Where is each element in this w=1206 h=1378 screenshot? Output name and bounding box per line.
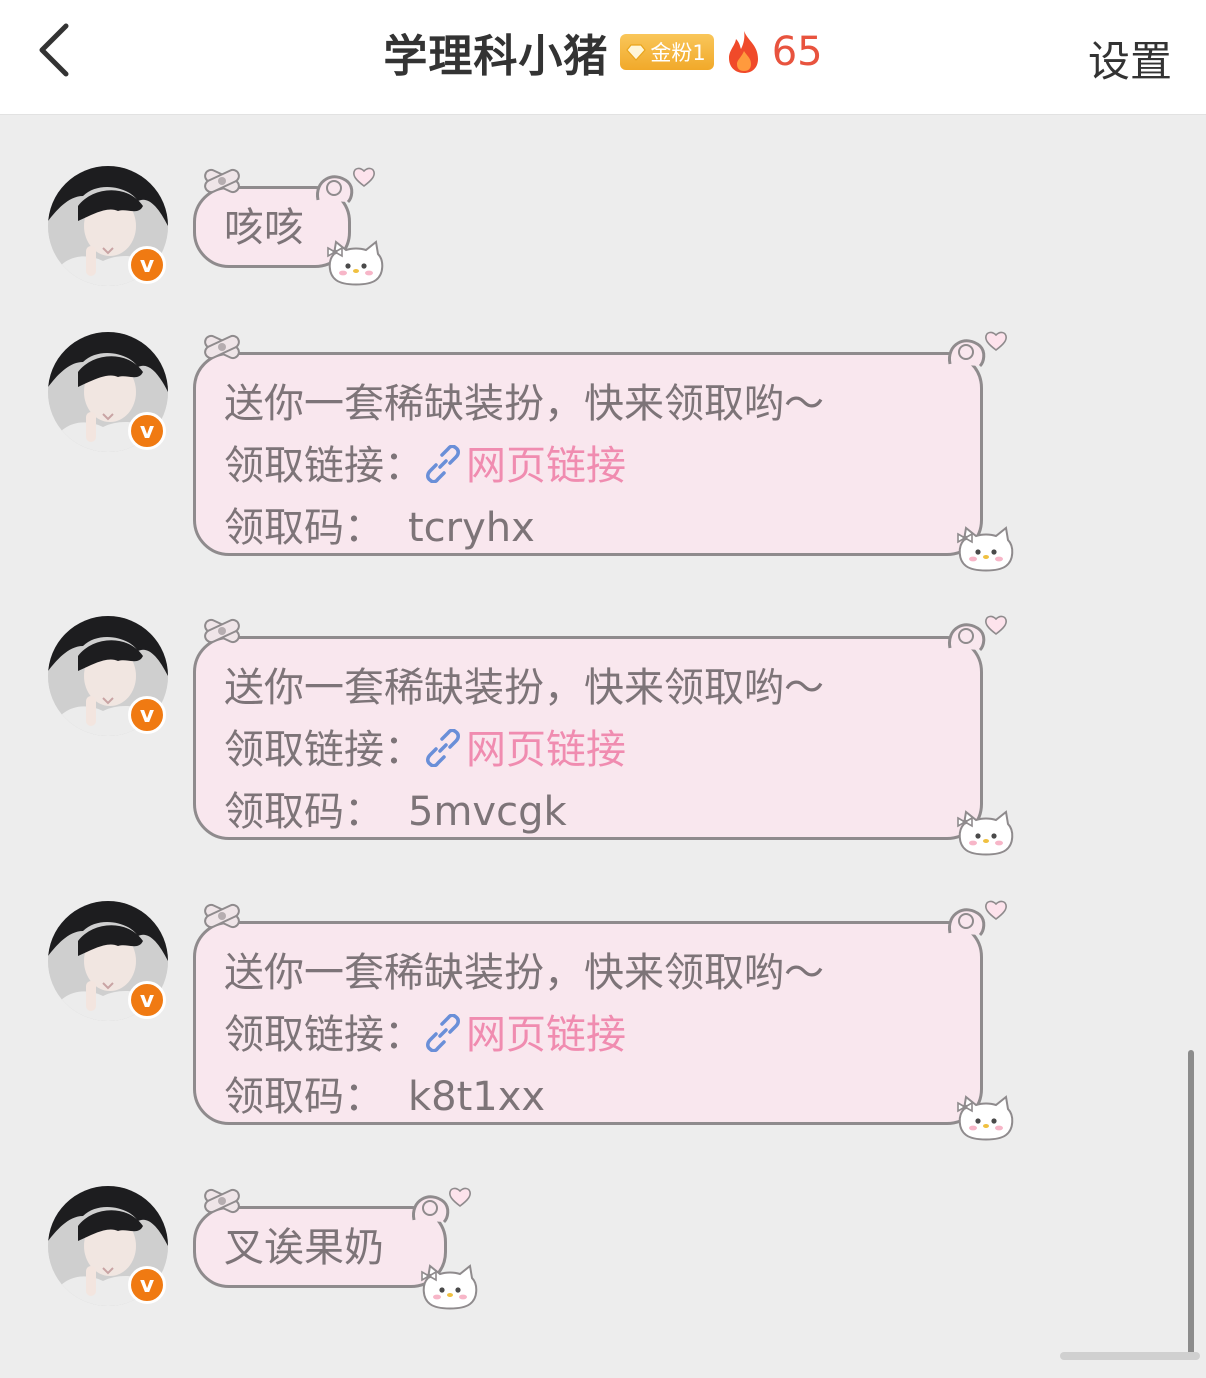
message-code-line: 领取码： tcryhx <box>224 497 980 559</box>
message-row: v 送你一套稀缺装扮，快来领取哟～ 领取链接： 网页链接 领取码： k8t1xx <box>0 901 1206 1151</box>
message-row: v 叉诶果奶 <box>0 1186 1206 1316</box>
bear-ear-icon <box>314 170 354 204</box>
link-icon[interactable] <box>424 1014 462 1052</box>
link-label: 领取链接： <box>224 1012 424 1058</box>
link-label: 领取链接： <box>224 443 424 489</box>
code-label: 领取码： <box>224 505 384 551</box>
fire-count: 65 <box>771 29 823 75</box>
verified-badge: v <box>128 412 166 450</box>
bandage-icon <box>200 1186 244 1216</box>
verified-badge: v <box>128 981 166 1019</box>
hello-kitty-icon <box>956 1095 1016 1141</box>
message-bubble[interactable]: 送你一套稀缺装扮，快来领取哟～ 领取链接： 网页链接 领取码： k8t1xx <box>193 921 983 1125</box>
hello-kitty-icon <box>956 526 1016 572</box>
message-row: v 送你一套稀缺装扮，快来领取哟～ 领取链接： 网页链接 领取码： tcryhx <box>0 332 1206 582</box>
heart-icon <box>448 1186 472 1208</box>
bear-ear-icon <box>410 1190 450 1224</box>
fan-badge-label: 金粉1 <box>650 41 706 65</box>
bandage-icon <box>200 166 244 196</box>
heart-icon <box>984 899 1008 921</box>
message-bubble[interactable]: 叉诶果奶 <box>193 1206 447 1288</box>
message-bubble[interactable]: 送你一套稀缺装扮，快来领取哟～ 领取链接： 网页链接 领取码： tcryhx <box>193 352 983 556</box>
web-link[interactable]: 网页链接 <box>466 443 626 489</box>
message-text: 叉诶果奶 <box>224 1225 384 1271</box>
heart-icon <box>984 614 1008 636</box>
code-label: 领取码： <box>224 789 384 835</box>
diamond-icon <box>626 44 647 61</box>
bandage-icon <box>200 616 244 646</box>
redeem-code: tcryhx <box>408 505 535 551</box>
web-link[interactable]: 网页链接 <box>466 1012 626 1058</box>
link-label: 领取链接： <box>224 727 424 773</box>
bear-ear-icon <box>946 334 986 368</box>
redeem-code: k8t1xx <box>408 1074 546 1120</box>
verified-badge: v <box>128 246 166 284</box>
message-text: 送你一套稀缺装扮，快来领取哟～ <box>224 381 824 427</box>
redeem-code: 5mvcgk <box>408 789 567 835</box>
message-text: 送你一套稀缺装扮，快来领取哟～ <box>224 950 824 996</box>
hello-kitty-icon <box>420 1264 480 1310</box>
title-area: 学理科小猪 金粉1 65 <box>0 22 1206 82</box>
scrollbar[interactable] <box>1188 1050 1194 1360</box>
heart-icon <box>984 330 1008 352</box>
hello-kitty-icon <box>326 240 386 286</box>
page-title: 学理科小猪 <box>383 31 609 82</box>
message-code-line: 领取码： 5mvcgk <box>224 781 980 843</box>
heart-icon <box>352 166 376 188</box>
settings-button[interactable]: 设置 <box>1088 28 1172 89</box>
bear-ear-icon <box>946 618 986 652</box>
web-link[interactable]: 网页链接 <box>466 727 626 773</box>
code-label: 领取码： <box>224 1074 384 1120</box>
top-bar: 学理科小猪 金粉1 65 设置 <box>0 0 1206 115</box>
bandage-icon <box>200 901 244 931</box>
message-code-line: 领取码： k8t1xx <box>224 1066 980 1128</box>
message-link-line: 领取链接： 网页链接 <box>224 1004 980 1066</box>
bear-ear-icon <box>946 903 986 937</box>
home-indicator <box>1060 1352 1200 1360</box>
verified-badge: v <box>128 696 166 734</box>
message-link-line: 领取链接： 网页链接 <box>224 435 980 497</box>
bandage-icon <box>200 332 244 362</box>
message-bubble[interactable]: 送你一套稀缺装扮，快来领取哟～ 领取链接： 网页链接 领取码： 5mvcgk <box>193 636 983 840</box>
fire-icon <box>728 31 758 73</box>
message-text: 送你一套稀缺装扮，快来领取哟～ <box>224 665 824 711</box>
message-row: v 送你一套稀缺装扮，快来领取哟～ 领取链接： 网页链接 领取码： 5mvcgk <box>0 616 1206 866</box>
message-row: v 咳咳 <box>0 166 1206 296</box>
link-icon[interactable] <box>424 445 462 483</box>
hello-kitty-icon <box>956 810 1016 856</box>
message-link-line: 领取链接： 网页链接 <box>224 719 980 781</box>
verified-badge: v <box>128 1266 166 1304</box>
link-icon[interactable] <box>424 729 462 767</box>
fan-level-badge: 金粉1 <box>620 34 714 70</box>
